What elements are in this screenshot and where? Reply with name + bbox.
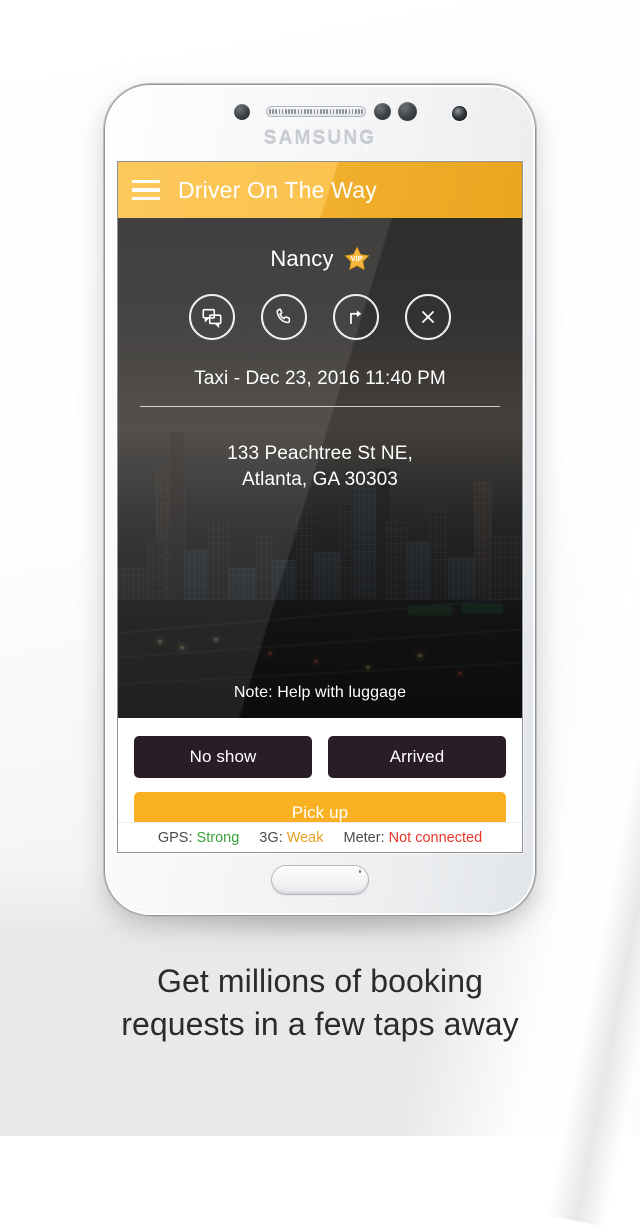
navigate-button[interactable] [333,294,379,340]
call-button[interactable] [261,294,307,340]
status-meter: Meter: Not connected [344,830,483,846]
secondary-button-row: No show Arrived [134,736,506,778]
status-gps: GPS: Strong [158,830,239,846]
vip-badge-label: VIP [350,256,363,263]
message-button[interactable] [189,294,235,340]
caption-line-1: Get millions of booking [156,963,484,999]
status-meter-label: Meter: [343,829,385,846]
status-network: 3G: Weak [259,830,323,846]
status-network-value: Weak [286,829,324,846]
address-line-2: Atlanta, GA 30303 [242,468,398,490]
front-camera-icon [452,106,467,121]
no-show-button[interactable]: No show [134,736,312,778]
arrived-button[interactable]: Arrived [328,736,506,778]
home-button[interactable] [272,866,368,894]
home-button-indicator [358,870,361,873]
chat-bubbles-icon [201,306,223,328]
close-x-icon [417,306,439,328]
turn-right-arrow-icon [345,306,367,328]
status-meter-value: Not connected [388,829,483,846]
passenger-name: Nancy [270,246,334,271]
cancel-button[interactable] [405,294,451,340]
phone-screen: Driver On The Way Nancy VIP Taxi - Dec 2… [118,162,522,852]
marketing-caption: Get millions of booking requests in a fe… [0,960,640,1045]
samsung-phone-mockup: SAMSUNG Driver On The Way Nancy VIP Taxi… [104,84,536,916]
earpiece-speaker-grille [266,106,366,117]
vip-star-icon: VIP [344,246,370,272]
trip-type-and-time: Taxi - Dec 23, 2016 11:40 PM [194,368,446,389]
trip-divider [140,406,500,407]
status-network-label: 3G: [259,829,283,846]
passenger-row: Nancy VIP [270,246,370,272]
light-sensor-icon [374,103,391,120]
app-header-bar: Driver On The Way [118,162,522,218]
trip-action-buttons [189,294,451,340]
address-line-1: 133 Peachtree St NE, [227,443,413,464]
hamburger-menu-icon[interactable] [118,162,174,218]
trip-note: Note: Help with luggage [233,684,407,701]
proximity-sensor-icon [234,104,250,120]
trip-detail-panel: Nancy VIP Taxi - Dec 23, 2016 11:40 PM 1… [118,218,522,718]
phone-icon [273,306,295,328]
status-gps-value: Strong [196,829,240,846]
page-title: Driver On The Way [178,176,377,203]
pickup-address: 133 Peachtree St NE, Atlanta, GA 30303 [227,441,413,492]
status-gps-label: GPS: [157,829,193,846]
samsung-brand-logo: SAMSUNG [263,128,377,149]
status-bar: GPS: Strong 3G: Weak Meter: Not connecte… [118,822,522,852]
caption-line-2: requests in a few taps away [121,1005,519,1042]
secondary-sensor-icon [398,102,417,121]
trip-content-stack: Nancy VIP Taxi - Dec 23, 2016 11:40 PM 1… [118,218,522,718]
